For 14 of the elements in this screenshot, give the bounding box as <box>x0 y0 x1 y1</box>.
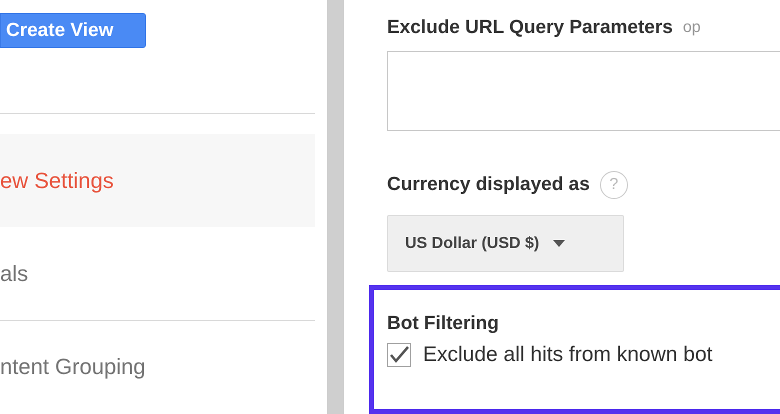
section-title: Bot Filtering <box>387 313 500 335</box>
input-field[interactable] <box>387 51 780 131</box>
field-label: Currency displayed as <box>387 174 590 196</box>
scrollbar[interactable] <box>327 0 344 414</box>
sidebar-item[interactable]: ntent Grouping <box>0 320 315 414</box>
checkbox[interactable] <box>387 343 411 367</box>
field-label: Exclude URL Query Parameters <box>387 17 673 39</box>
sidebar-item[interactable]: als <box>0 227 315 320</box>
sidebar-item[interactable]: ew Settings <box>0 134 315 228</box>
caret-icon <box>553 240 566 247</box>
optional-hint: op <box>682 19 701 37</box>
checkbox-label: Exclude all hits from known bot <box>423 343 712 367</box>
currency-dropdown[interactable]: US Dollar (USD $) <box>387 215 624 272</box>
create-view-button[interactable]: Create View <box>0 13 146 48</box>
